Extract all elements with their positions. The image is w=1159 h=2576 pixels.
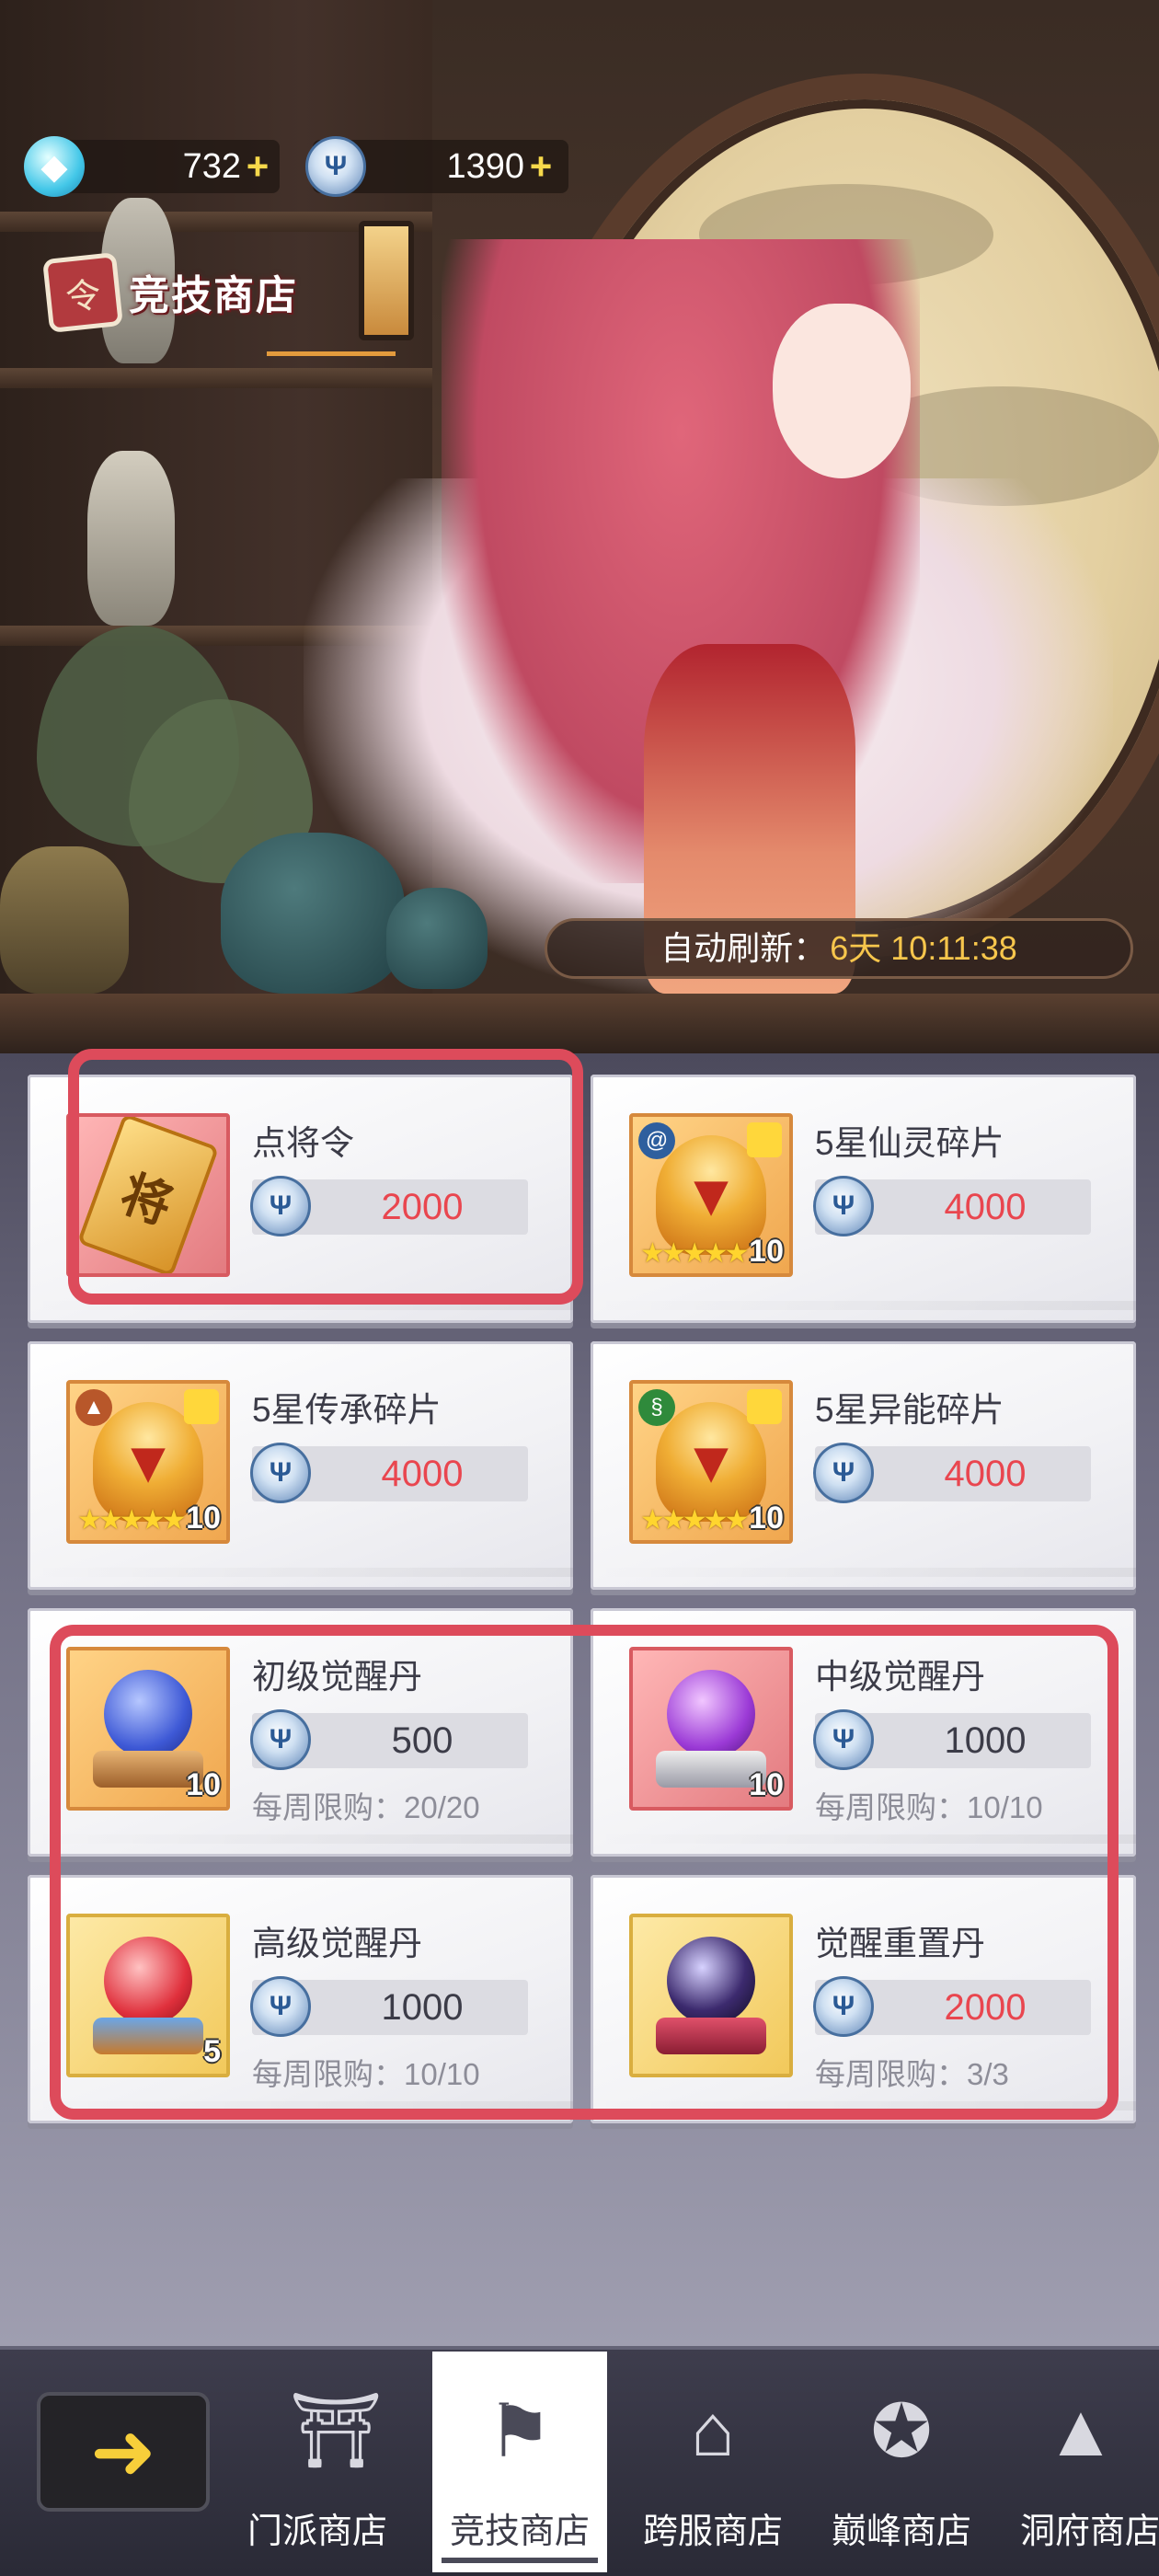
trident-coin-icon: Ψ bbox=[813, 1443, 874, 1503]
add-gems-button[interactable]: + bbox=[243, 147, 272, 186]
item-price: 4000 bbox=[944, 1187, 1027, 1227]
trident-coin-icon: Ψ bbox=[305, 136, 366, 197]
price-bar[interactable]: Ψ 4000 bbox=[813, 1443, 1091, 1503]
shelf bbox=[0, 368, 432, 388]
star-rating: ★★★★★ bbox=[640, 1238, 750, 1269]
fragment-puzzle-icon bbox=[184, 1389, 219, 1424]
item-frame: ▼ § ★★★★★ 10 bbox=[629, 1380, 793, 1544]
item-name: 5星异能碎片 bbox=[815, 1391, 1004, 1429]
tab-label: 巅峰商店 bbox=[831, 2513, 971, 2551]
shop-item-card[interactable]: ▼ ▲ ★★★★★ 10 5星传承碎片 Ψ 4000 bbox=[28, 1341, 573, 1590]
item-name: 5星传承碎片 bbox=[252, 1391, 442, 1429]
refresh-countdown: 6天 10:11:38 bbox=[830, 929, 1017, 967]
dna-icon: § bbox=[638, 1389, 675, 1426]
highlight-box bbox=[68, 1049, 583, 1305]
shop-title: 竞技商店 bbox=[129, 273, 298, 318]
star-rating: ★★★★★ bbox=[77, 1505, 187, 1535]
vase bbox=[87, 451, 175, 626]
spiral-icon: @ bbox=[638, 1122, 675, 1159]
title-underline bbox=[267, 351, 396, 356]
tab-peak-shop[interactable]: ✪ 巅峰商店 bbox=[814, 2352, 989, 2572]
gem-count: 732 bbox=[182, 147, 241, 186]
peak-emblem-icon: ✪ bbox=[870, 2389, 933, 2472]
tab-cave-shop[interactable]: ▲ 洞府商店 bbox=[1003, 2352, 1159, 2572]
item-frame: ▼ @ ★★★★★ 10 bbox=[629, 1113, 793, 1277]
diamond-icon: ◆ bbox=[24, 136, 85, 197]
fragment-puzzle-icon bbox=[747, 1122, 782, 1157]
back-arrow-icon[interactable]: ➜ bbox=[37, 2392, 210, 2512]
item-price: 4000 bbox=[381, 1454, 464, 1494]
item-price: 4000 bbox=[944, 1454, 1027, 1494]
refresh-label: 自动刷新： bbox=[660, 929, 827, 967]
tea-jar-small bbox=[386, 888, 488, 989]
item-quantity: 10 bbox=[749, 1234, 784, 1269]
lantern bbox=[359, 221, 414, 340]
trident-coin-icon: Ψ bbox=[813, 1176, 874, 1236]
shop-item-card[interactable]: ▼ @ ★★★★★ 10 5星仙灵碎片 Ψ 4000 bbox=[591, 1075, 1136, 1323]
tab-label: 跨服商店 bbox=[642, 2513, 783, 2551]
arena-banner-icon: ⚑ bbox=[487, 2389, 553, 2472]
add-arena-coin-button[interactable]: + bbox=[526, 147, 556, 186]
fragment-puzzle-icon bbox=[747, 1389, 782, 1424]
tab-label: 洞府商店 bbox=[1020, 2513, 1159, 2551]
cross-server-hall-icon: ⌂ bbox=[690, 2389, 736, 2471]
shop-badge-icon: 令 bbox=[42, 252, 123, 333]
arena-coin-count: 1390 bbox=[446, 147, 524, 186]
tab-label: 竞技商店 bbox=[449, 2513, 590, 2551]
cave-mountain-icon: ▲ bbox=[1044, 2389, 1118, 2471]
item-frame: ▼ ▲ ★★★★★ 10 bbox=[66, 1380, 230, 1544]
tab-label: 门派商店 bbox=[247, 2513, 387, 2551]
character-face bbox=[773, 304, 911, 478]
item-name: 5星仙灵碎片 bbox=[815, 1124, 1004, 1162]
item-quantity: 10 bbox=[186, 1501, 221, 1535]
price-bar[interactable]: Ψ 4000 bbox=[250, 1443, 528, 1503]
sect-gate-icon: ⛩ bbox=[289, 2389, 383, 2471]
arena-coin-currency: Ψ 1390 + bbox=[305, 136, 568, 197]
shop-item-card[interactable]: ▼ § ★★★★★ 10 5星异能碎片 Ψ 4000 bbox=[591, 1341, 1136, 1590]
item-quantity: 10 bbox=[749, 1501, 784, 1535]
tab-sect-shop[interactable]: ⛩ 门派商店 bbox=[247, 2352, 423, 2572]
shop-counter bbox=[0, 994, 1159, 1053]
price-bar[interactable]: Ψ 4000 bbox=[813, 1176, 1091, 1236]
pagoda-icon: ▲ bbox=[75, 1389, 112, 1426]
tab-arena-shop[interactable]: ⚑ 竞技商店 bbox=[432, 2352, 607, 2572]
star-rating: ★★★★★ bbox=[640, 1505, 750, 1535]
tea-jar bbox=[221, 833, 405, 994]
gem-currency: ◆ 732 + bbox=[24, 136, 280, 197]
auto-refresh-timer: 自动刷新： 6天 10:11:38 bbox=[545, 918, 1133, 979]
vase bbox=[0, 846, 129, 994]
trident-coin-icon: Ψ bbox=[250, 1443, 311, 1503]
tab-cross-server-shop[interactable]: ⌂ 跨服商店 bbox=[625, 2352, 800, 2572]
highlight-box bbox=[50, 1625, 1119, 2120]
